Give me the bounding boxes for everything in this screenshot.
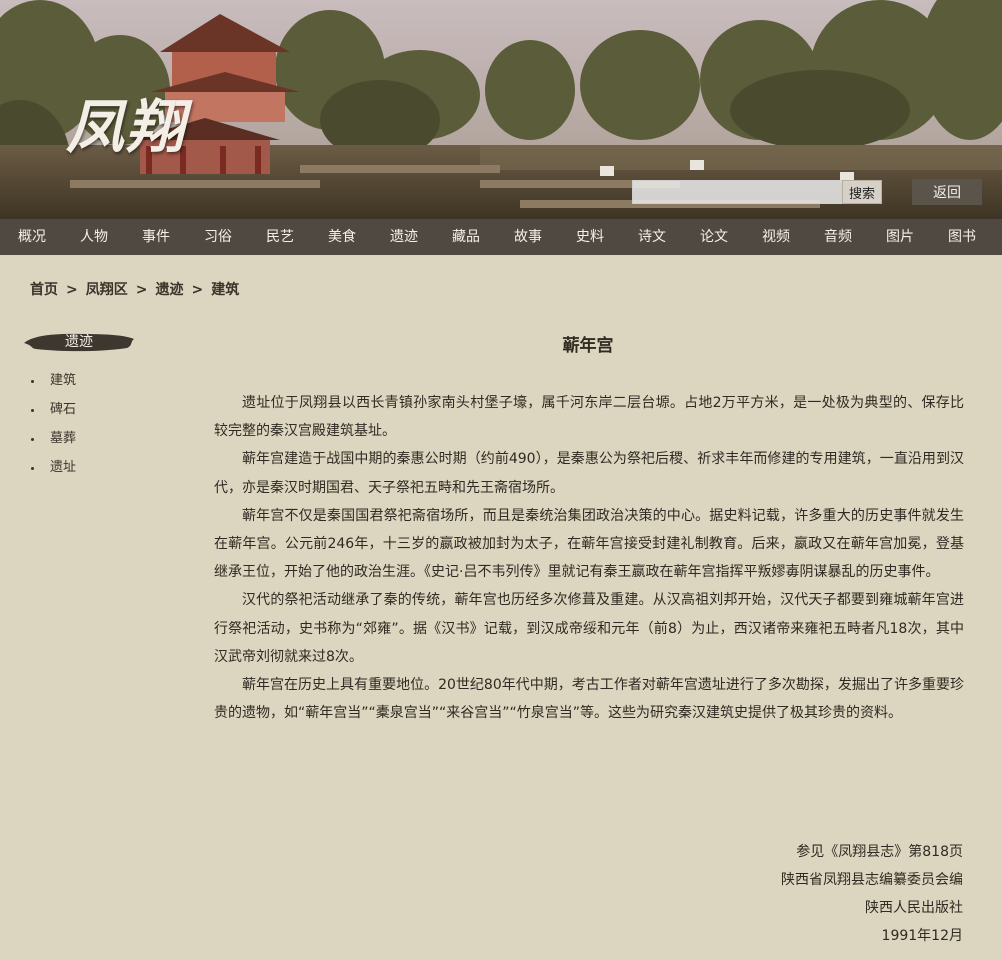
breadcrumb-separator: > — [191, 282, 204, 298]
main-nav: 概况 人物 事件 习俗 民艺 美食 遗迹 藏品 故事 史料 诗文 论文 视频 音… — [0, 219, 1002, 255]
breadcrumb-home[interactable]: 首页 — [30, 279, 58, 299]
search-input[interactable] — [632, 180, 842, 204]
nav-item-historical-materials[interactable]: 史料 — [576, 219, 604, 255]
sidebar-list: 建筑 碑石 墓葬 遗址 — [30, 371, 76, 487]
nav-item-video[interactable]: 视频 — [762, 219, 790, 255]
nav-item-food[interactable]: 美食 — [328, 219, 356, 255]
sidebar-title: 遗迹 — [22, 330, 136, 354]
source-line: 参见《凤翔县志》第818页 — [796, 844, 963, 860]
breadcrumb-relics[interactable]: 遗迹 — [155, 279, 183, 299]
article-paragraph: 蕲年宫在历史上具有重要地位。20世纪80年代中期，考古工作者对蕲年宫遗址进行了多… — [214, 677, 964, 722]
article-title: 蕲年宫 — [562, 336, 614, 356]
nav-item-customs[interactable]: 习俗 — [204, 219, 232, 255]
breadcrumb-separator: > — [66, 282, 78, 298]
nav-item-books[interactable]: 图书 — [948, 219, 976, 255]
sidebar-title-text: 遗迹 — [65, 334, 93, 350]
article-paragraph: 蕲年宫建造于战国中期的秦惠公时期（约前490），是秦惠公为祭祀后稷、祈求丰年而修… — [214, 451, 964, 496]
nav-item-stories[interactable]: 故事 — [514, 219, 542, 255]
article-paragraph: 遗址位于凤翔县以西长青镇孙家南头村堡子壕，属千河东岸二层台塬。占地2万平方米，是… — [214, 395, 964, 440]
sidebar-item-tombs[interactable]: 墓葬 — [30, 429, 76, 458]
breadcrumb-architecture[interactable]: 建筑 — [211, 279, 239, 299]
article-paragraph: 汉代的祭祀活动继承了秦的传统，蕲年宫也历经多次修葺及重建。从汉高祖刘邦开始，汉代… — [214, 592, 964, 665]
sidebar-item-steles[interactable]: 碑石 — [30, 400, 76, 429]
source-line: 陕西人民出版社 — [865, 900, 963, 916]
back-button[interactable]: 返回 — [912, 179, 982, 205]
nav-item-images[interactable]: 图片 — [886, 219, 914, 255]
article-source: 参见《凤翔县志》第818页 陕西省凤翔县志编纂委员会编 陕西人民出版社 1991… — [600, 838, 963, 950]
nav-item-folk-art[interactable]: 民艺 — [266, 219, 294, 255]
breadcrumb-district[interactable]: 凤翔区 — [86, 279, 128, 299]
search-button[interactable]: 搜索 — [842, 180, 882, 204]
sidebar-item-architecture[interactable]: 建筑 — [30, 371, 76, 400]
nav-item-audio[interactable]: 音频 — [824, 219, 852, 255]
nav-item-poetry[interactable]: 诗文 — [638, 219, 666, 255]
nav-item-people[interactable]: 人物 — [80, 219, 108, 255]
sidebar-item-sites[interactable]: 遗址 — [30, 458, 76, 487]
nav-item-papers[interactable]: 论文 — [700, 219, 728, 255]
site-logo[interactable]: 凤翔 — [66, 80, 186, 164]
source-line: 1991年12月 — [881, 928, 963, 944]
article-paragraph: 蕲年宫不仅是秦国国君祭祀斋宿场所，而且是秦统治集团政治决策的中心。据史料记载，许… — [214, 507, 964, 581]
source-line: 陕西省凤翔县志编纂委员会编 — [781, 872, 963, 888]
breadcrumb: 首页 > 凤翔区 > 遗迹 > 建筑 — [30, 279, 239, 299]
article-body: 遗址位于凤翔县以西长青镇孙家南头村堡子壕，属千河东岸二层台塬。占地2万平方米，是… — [214, 389, 964, 727]
nav-item-relics[interactable]: 遗迹 — [390, 219, 418, 255]
nav-item-overview[interactable]: 概况 — [18, 219, 46, 255]
breadcrumb-separator: > — [135, 282, 148, 298]
nav-item-events[interactable]: 事件 — [142, 219, 170, 255]
nav-item-collections[interactable]: 藏品 — [452, 219, 480, 255]
